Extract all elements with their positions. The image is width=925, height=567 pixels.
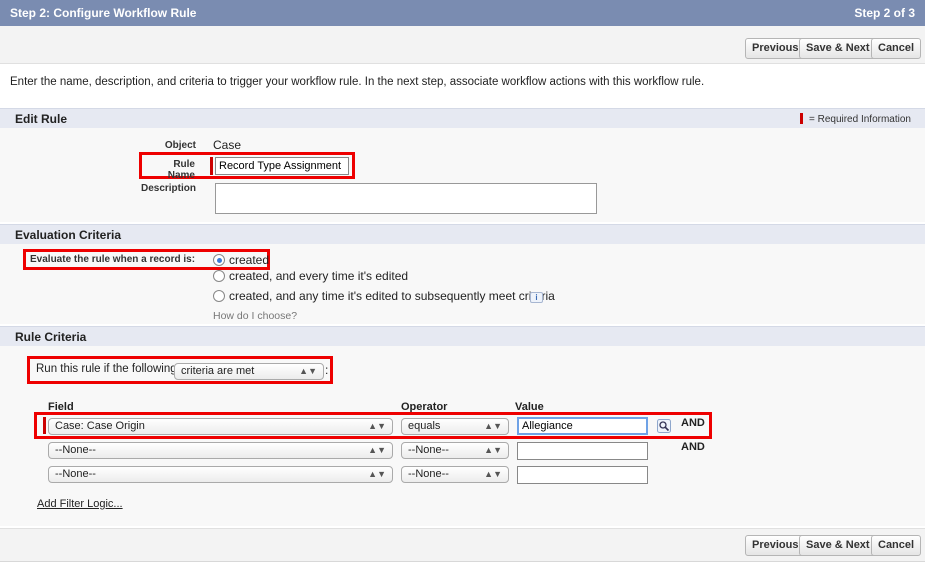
select-arrows-icon: ▲▼ bbox=[484, 469, 502, 479]
description-textarea[interactable] bbox=[215, 183, 597, 214]
and-connector-1: AND bbox=[681, 417, 705, 429]
edit-rule-title: Edit Rule bbox=[15, 112, 68, 126]
intro-text: Enter the name, description, and criteri… bbox=[10, 76, 705, 88]
criteria-operator-select-3[interactable]: --None-- ▲▼ bbox=[401, 466, 509, 483]
criteria-operator-select-1[interactable]: equals ▲▼ bbox=[401, 418, 509, 435]
radio-created-label: created bbox=[229, 253, 270, 267]
page-title: Step 2: Configure Workflow Rule bbox=[10, 6, 197, 20]
select-arrows-icon: ▲▼ bbox=[299, 366, 317, 376]
save-next-button-bottom[interactable]: Save & Next bbox=[799, 535, 877, 556]
select-arrows-icon: ▲▼ bbox=[484, 421, 502, 431]
evaluation-panel: Evaluate the rule when a record is: crea… bbox=[0, 244, 925, 324]
and-connector-2: AND bbox=[681, 441, 705, 453]
object-value: Case bbox=[213, 138, 242, 152]
select-arrows-icon: ▲▼ bbox=[368, 421, 386, 431]
wizard-title-bar: Step 2: Configure Workflow Rule Step 2 o… bbox=[0, 0, 925, 26]
select-arrows-icon: ▲▼ bbox=[484, 445, 502, 455]
criteria-field-select-2[interactable]: --None-- ▲▼ bbox=[48, 442, 393, 459]
step-indicator: Step 2 of 3 bbox=[854, 6, 915, 20]
required-indicator-icon bbox=[799, 113, 803, 124]
previous-button-top[interactable]: Previous bbox=[745, 38, 806, 59]
rule-name-input[interactable] bbox=[215, 157, 349, 175]
run-rule-label: Run this rule if the following bbox=[36, 363, 177, 375]
previous-button-bottom[interactable]: Previous bbox=[745, 535, 806, 556]
rule-criteria-header: Rule Criteria bbox=[0, 326, 925, 346]
edit-rule-panel: Object Case Rule Name Description bbox=[0, 128, 925, 222]
criteria-mode-select[interactable]: criteria are met ▲▼ bbox=[174, 363, 324, 380]
rule-name-label: Rule Name bbox=[167, 159, 195, 181]
criteria-field-select-3[interactable]: --None-- ▲▼ bbox=[48, 466, 393, 483]
run-rule-suffix: : bbox=[325, 363, 329, 377]
criteria-value-input-2[interactable] bbox=[517, 442, 648, 460]
edit-rule-header: Edit Rule = Required Information bbox=[0, 108, 925, 128]
cancel-button-top[interactable]: Cancel bbox=[871, 38, 922, 59]
evaluation-criteria-title: Evaluation Criteria bbox=[15, 228, 122, 242]
add-filter-logic-link[interactable]: Add Filter Logic... bbox=[37, 498, 123, 510]
radio-created[interactable] bbox=[213, 254, 225, 266]
required-marker bbox=[210, 157, 213, 175]
object-label: Object bbox=[164, 140, 196, 151]
select-arrows-icon: ▲▼ bbox=[368, 469, 386, 479]
required-marker-row bbox=[43, 417, 46, 434]
criteria-value-input-1[interactable] bbox=[517, 417, 648, 435]
magnifier-lookup-icon[interactable] bbox=[657, 419, 671, 433]
evaluate-label: Evaluate the rule when a record is: bbox=[30, 254, 196, 265]
radio-created-every-edit-label: created, and every time it's edited bbox=[229, 269, 409, 283]
description-label: Description bbox=[140, 183, 196, 194]
radio-created-every-edit[interactable] bbox=[213, 270, 225, 282]
top-button-bar: Previous Save & Next Cancel bbox=[0, 26, 925, 64]
select-arrows-icon: ▲▼ bbox=[368, 445, 386, 455]
criteria-operator-select-2[interactable]: --None-- ▲▼ bbox=[401, 442, 509, 459]
info-icon[interactable]: i bbox=[530, 292, 543, 303]
criteria-field-select-1[interactable]: Case: Case Origin ▲▼ bbox=[48, 418, 393, 435]
bottom-button-bar: Previous Save & Next Cancel bbox=[0, 528, 925, 562]
radio-created-subsequent-label: created, and any time it's edited to sub… bbox=[229, 289, 555, 303]
how-do-i-choose-link[interactable]: How do I choose? bbox=[213, 310, 297, 322]
radio-created-subsequent[interactable] bbox=[213, 290, 225, 302]
rule-criteria-panel: Run this rule if the following criteria … bbox=[0, 346, 925, 526]
cancel-button-bottom[interactable]: Cancel bbox=[871, 535, 922, 556]
rule-criteria-title: Rule Criteria bbox=[15, 330, 87, 344]
save-next-button-top[interactable]: Save & Next bbox=[799, 38, 877, 59]
criteria-value-input-3[interactable] bbox=[517, 466, 648, 484]
evaluation-criteria-header: Evaluation Criteria bbox=[0, 224, 925, 244]
required-legend: = Required Information bbox=[799, 113, 911, 125]
